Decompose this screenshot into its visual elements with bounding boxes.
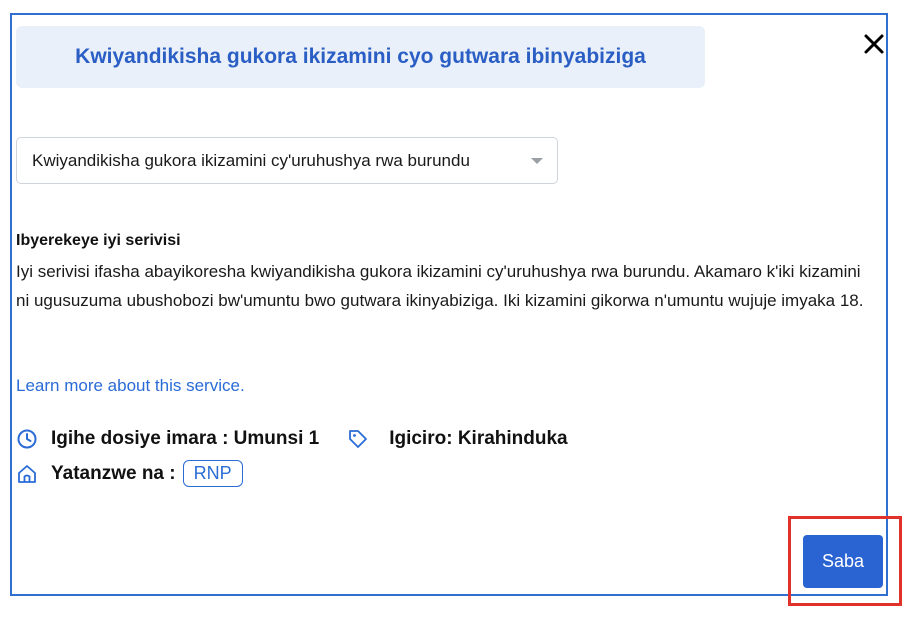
learn-more-link[interactable]: Learn more about this service. <box>16 376 245 396</box>
dialog-title-box: Kwiyandikisha gukora ikizamini cyo gutwa… <box>16 26 705 88</box>
building-icon <box>18 464 36 483</box>
provider-badge: RNP <box>182 460 243 487</box>
about-text: Iyi serivisi ifasha abayikoresha kwiyand… <box>16 262 864 310</box>
dialog-title: Kwiyandikisha gukora ikizamini cyo gutwa… <box>75 45 646 68</box>
tag-icon <box>349 430 368 448</box>
price: Igiciro: Kirahinduka <box>389 428 568 449</box>
provider-label: Yatanzwe na : <box>51 462 176 484</box>
clock-icon <box>17 429 37 449</box>
processing-time: Igihe dosiye imara : Umunsi 1 <box>51 428 320 449</box>
service-select-value: Kwiyandikisha gukora ikizamini cy'uruhus… <box>32 150 470 170</box>
close-button[interactable] <box>860 30 888 58</box>
meta-row-time-price: Igihe dosiye imara : Umunsi 1 Igiciro: K… <box>16 428 568 450</box>
submit-button[interactable]: Saba <box>803 535 883 588</box>
chevron-down-icon <box>531 158 543 164</box>
close-icon <box>864 34 884 54</box>
meta-row-provider: Yatanzwe na : RNP <box>16 460 243 487</box>
about-heading: Ibyerekeye iyi serivisi <box>16 232 181 249</box>
service-select[interactable]: Kwiyandikisha gukora ikizamini cy'uruhus… <box>16 137 558 184</box>
